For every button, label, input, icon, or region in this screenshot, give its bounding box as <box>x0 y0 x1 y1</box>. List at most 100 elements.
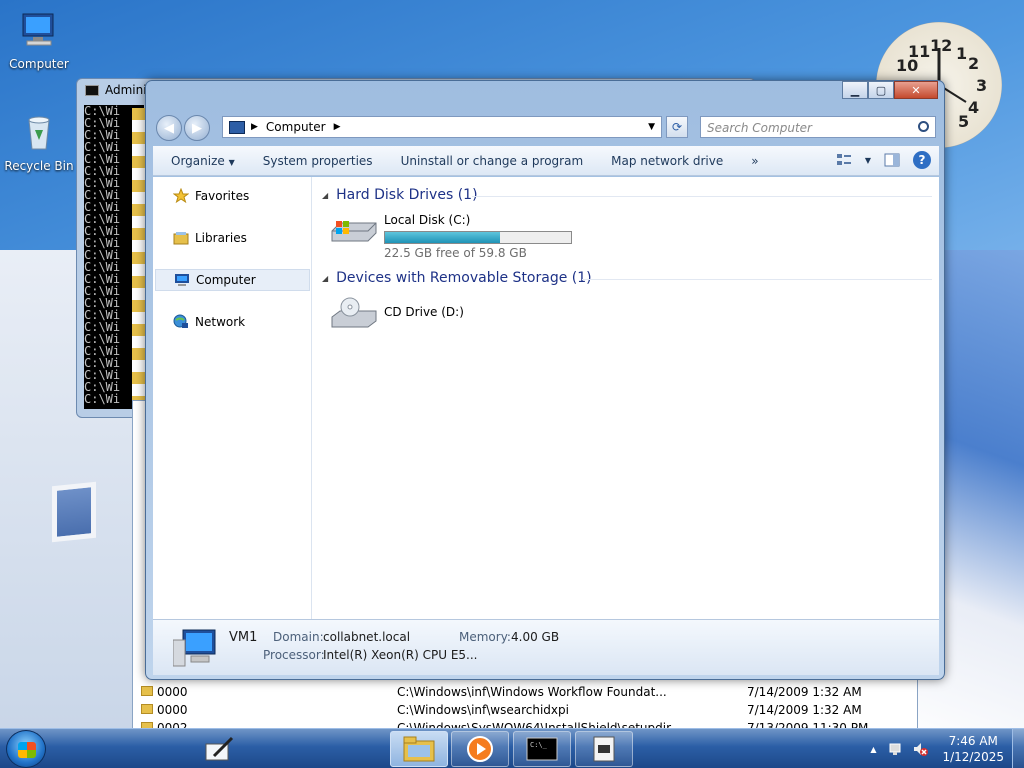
minimize-button[interactable]: ▁ <box>842 81 868 99</box>
taskbar-notepad[interactable] <box>190 731 248 767</box>
row-path: C:\Windows\inf\wsearchidxpi <box>397 703 569 717</box>
forward-button[interactable]: ▶ <box>184 115 210 141</box>
taskbar-media-player[interactable] <box>451 731 509 767</box>
caption-buttons: ▁ ▢ ✕ <box>842 81 938 99</box>
change-view-icon[interactable] <box>835 151 853 169</box>
breadcrumb[interactable]: Computer <box>266 120 326 134</box>
domain-value: collabnet.local <box>323 630 411 644</box>
show-desktop-button[interactable] <box>1012 729 1024 768</box>
group-divider <box>472 196 932 197</box>
maximize-button[interactable]: ▢ <box>868 81 894 99</box>
nav-item-libraries[interactable]: Libraries <box>155 227 310 249</box>
drive-usage-bar <box>384 231 572 244</box>
network-status-icon[interactable] <box>888 741 904 757</box>
list-item[interactable]: 0000 C:\Windows\inf\wsearchidxpi 7/14/20… <box>139 701 899 719</box>
drive-name: Local Disk (C:) <box>384 213 471 227</box>
drive-cd-d[interactable]: CD Drive (D:) <box>330 297 530 345</box>
computer-name: VM1 <box>229 630 258 645</box>
organize-button[interactable]: Organize ▼ <box>153 154 249 168</box>
nav-item-computer[interactable]: Computer <box>155 269 310 291</box>
explorer-window[interactable]: ▁ ▢ ✕ ◀ ▶ ▶ Computer ▶ ▼ ⟳ Search Comput… <box>145 80 945 680</box>
drive-name: CD Drive (D:) <box>384 305 464 319</box>
cd-drive-icon <box>331 297 377 328</box>
desktop-icon-label: Recycle Bin <box>4 159 74 173</box>
content-pane: ◢ Hard Disk Drives (1) Local Disk (C:) 2… <box>312 177 939 619</box>
taskbar: C:\_ ▲ 7:46 AM 1/12/2025 <box>0 728 1024 768</box>
star-icon <box>173 188 189 204</box>
desktop-icon-computer[interactable]: Computer <box>0 10 78 71</box>
nav-label: Computer <box>196 273 256 287</box>
search-input[interactable]: Search Computer <box>700 116 936 138</box>
drive-usage-fill <box>385 232 501 243</box>
taskbar-explorer[interactable] <box>390 731 448 767</box>
svg-text:C:\_: C:\_ <box>530 741 548 749</box>
group-title: Hard Disk Drives (1) <box>336 187 478 203</box>
chevron-down-icon: ▼ <box>228 157 235 167</box>
search-placeholder: Search Computer <box>707 121 812 135</box>
command-prompt-icon: C:\_ <box>526 737 558 761</box>
nav-label: Favorites <box>195 189 250 203</box>
preview-pane-icon[interactable] <box>883 151 901 169</box>
row-name: 0000 <box>157 703 188 717</box>
start-button[interactable] <box>6 730 46 768</box>
folder-icon <box>403 736 435 762</box>
nav-item-network[interactable]: Network <box>155 311 310 333</box>
console-title-text: Admini <box>105 83 147 97</box>
row-path: C:\Windows\inf\Windows Workflow Foundat.… <box>397 685 667 699</box>
drive-free-space: 22.5 GB free of 59.8 GB <box>384 246 527 260</box>
breadcrumb-separator-icon: ▶ <box>251 122 258 132</box>
computer-icon <box>229 120 245 134</box>
nav-label: Network <box>195 315 246 329</box>
back-button[interactable]: ◀ <box>156 115 182 141</box>
nav-label: Libraries <box>195 231 247 245</box>
group-header-removable[interactable]: ◢ Devices with Removable Storage (1) <box>322 270 592 286</box>
memory-value: 4.00 GB <box>511 630 560 644</box>
document-icon <box>593 736 615 762</box>
taskbar-clock[interactable]: 7:46 AM 1/12/2025 <box>942 733 1004 765</box>
computer-icon <box>173 629 216 667</box>
uninstall-program-button[interactable]: Uninstall or change a program <box>387 154 598 168</box>
desktop-icon-recycle-bin[interactable]: Recycle Bin <box>0 112 78 173</box>
group-title: Devices with Removable Storage (1) <box>336 270 592 286</box>
processor-label: Processor: <box>263 648 325 662</box>
folder-icon <box>141 686 153 696</box>
more-commands-button[interactable]: » <box>737 154 772 168</box>
refresh-button[interactable]: ⟳ <box>666 116 688 138</box>
taskbar-command-prompt[interactable]: C:\_ <box>513 731 571 767</box>
help-icon[interactable]: ? <box>913 151 931 169</box>
nav-item-favorites[interactable]: Favorites <box>155 185 310 207</box>
show-hidden-icons-icon[interactable]: ▲ <box>870 745 876 754</box>
hard-disk-icon <box>331 221 377 242</box>
library-icon <box>173 232 189 245</box>
group-header-hard-disk[interactable]: ◢ Hard Disk Drives (1) <box>322 187 478 203</box>
row-date: 7/14/2009 1:32 AM <box>747 685 862 699</box>
clock-time: 7:46 AM <box>948 734 998 748</box>
volume-muted-icon[interactable] <box>912 741 929 757</box>
drive-local-disk-c[interactable]: Local Disk (C:) 22.5 GB free of 59.8 GB <box>330 213 580 263</box>
list-item[interactable]: 0000 C:\Windows\inf\Windows Workflow Fou… <box>139 683 899 701</box>
address-dropdown-icon[interactable]: ▼ <box>648 122 655 132</box>
windows-logo-icon <box>18 742 36 758</box>
console-icon <box>85 85 99 96</box>
view-dropdown-icon[interactable]: ▼ <box>865 156 871 165</box>
system-properties-button[interactable]: System properties <box>249 154 387 168</box>
wallpaper-window <box>52 481 96 543</box>
view-controls: ▼ ? <box>835 151 931 169</box>
network-icon <box>173 314 188 328</box>
details-pane: VM1 Domain: collabnet.local Memory: 4.00… <box>153 619 939 675</box>
row-name: 0000 <box>157 685 188 699</box>
close-button[interactable]: ✕ <box>894 81 938 99</box>
collapse-icon[interactable]: ◢ <box>322 274 328 283</box>
command-bar: Organize ▼ System properties Uninstall o… <box>153 146 939 176</box>
taskbar-setup-app[interactable] <box>575 731 633 767</box>
group-divider <box>582 279 932 280</box>
organize-label: Organize <box>171 153 225 168</box>
folder-icon <box>141 704 153 714</box>
desktop-icon-label: Computer <box>9 57 69 71</box>
recycle-bin-icon <box>28 116 50 150</box>
map-network-drive-button[interactable]: Map network drive <box>597 154 737 168</box>
search-icon[interactable] <box>918 121 929 132</box>
navigation-bar: ◀ ▶ ▶ Computer ▶ ▼ ⟳ Search Computer <box>154 113 938 141</box>
address-bar[interactable]: ▶ Computer ▶ ▼ <box>222 116 662 138</box>
collapse-icon[interactable]: ◢ <box>322 191 328 200</box>
